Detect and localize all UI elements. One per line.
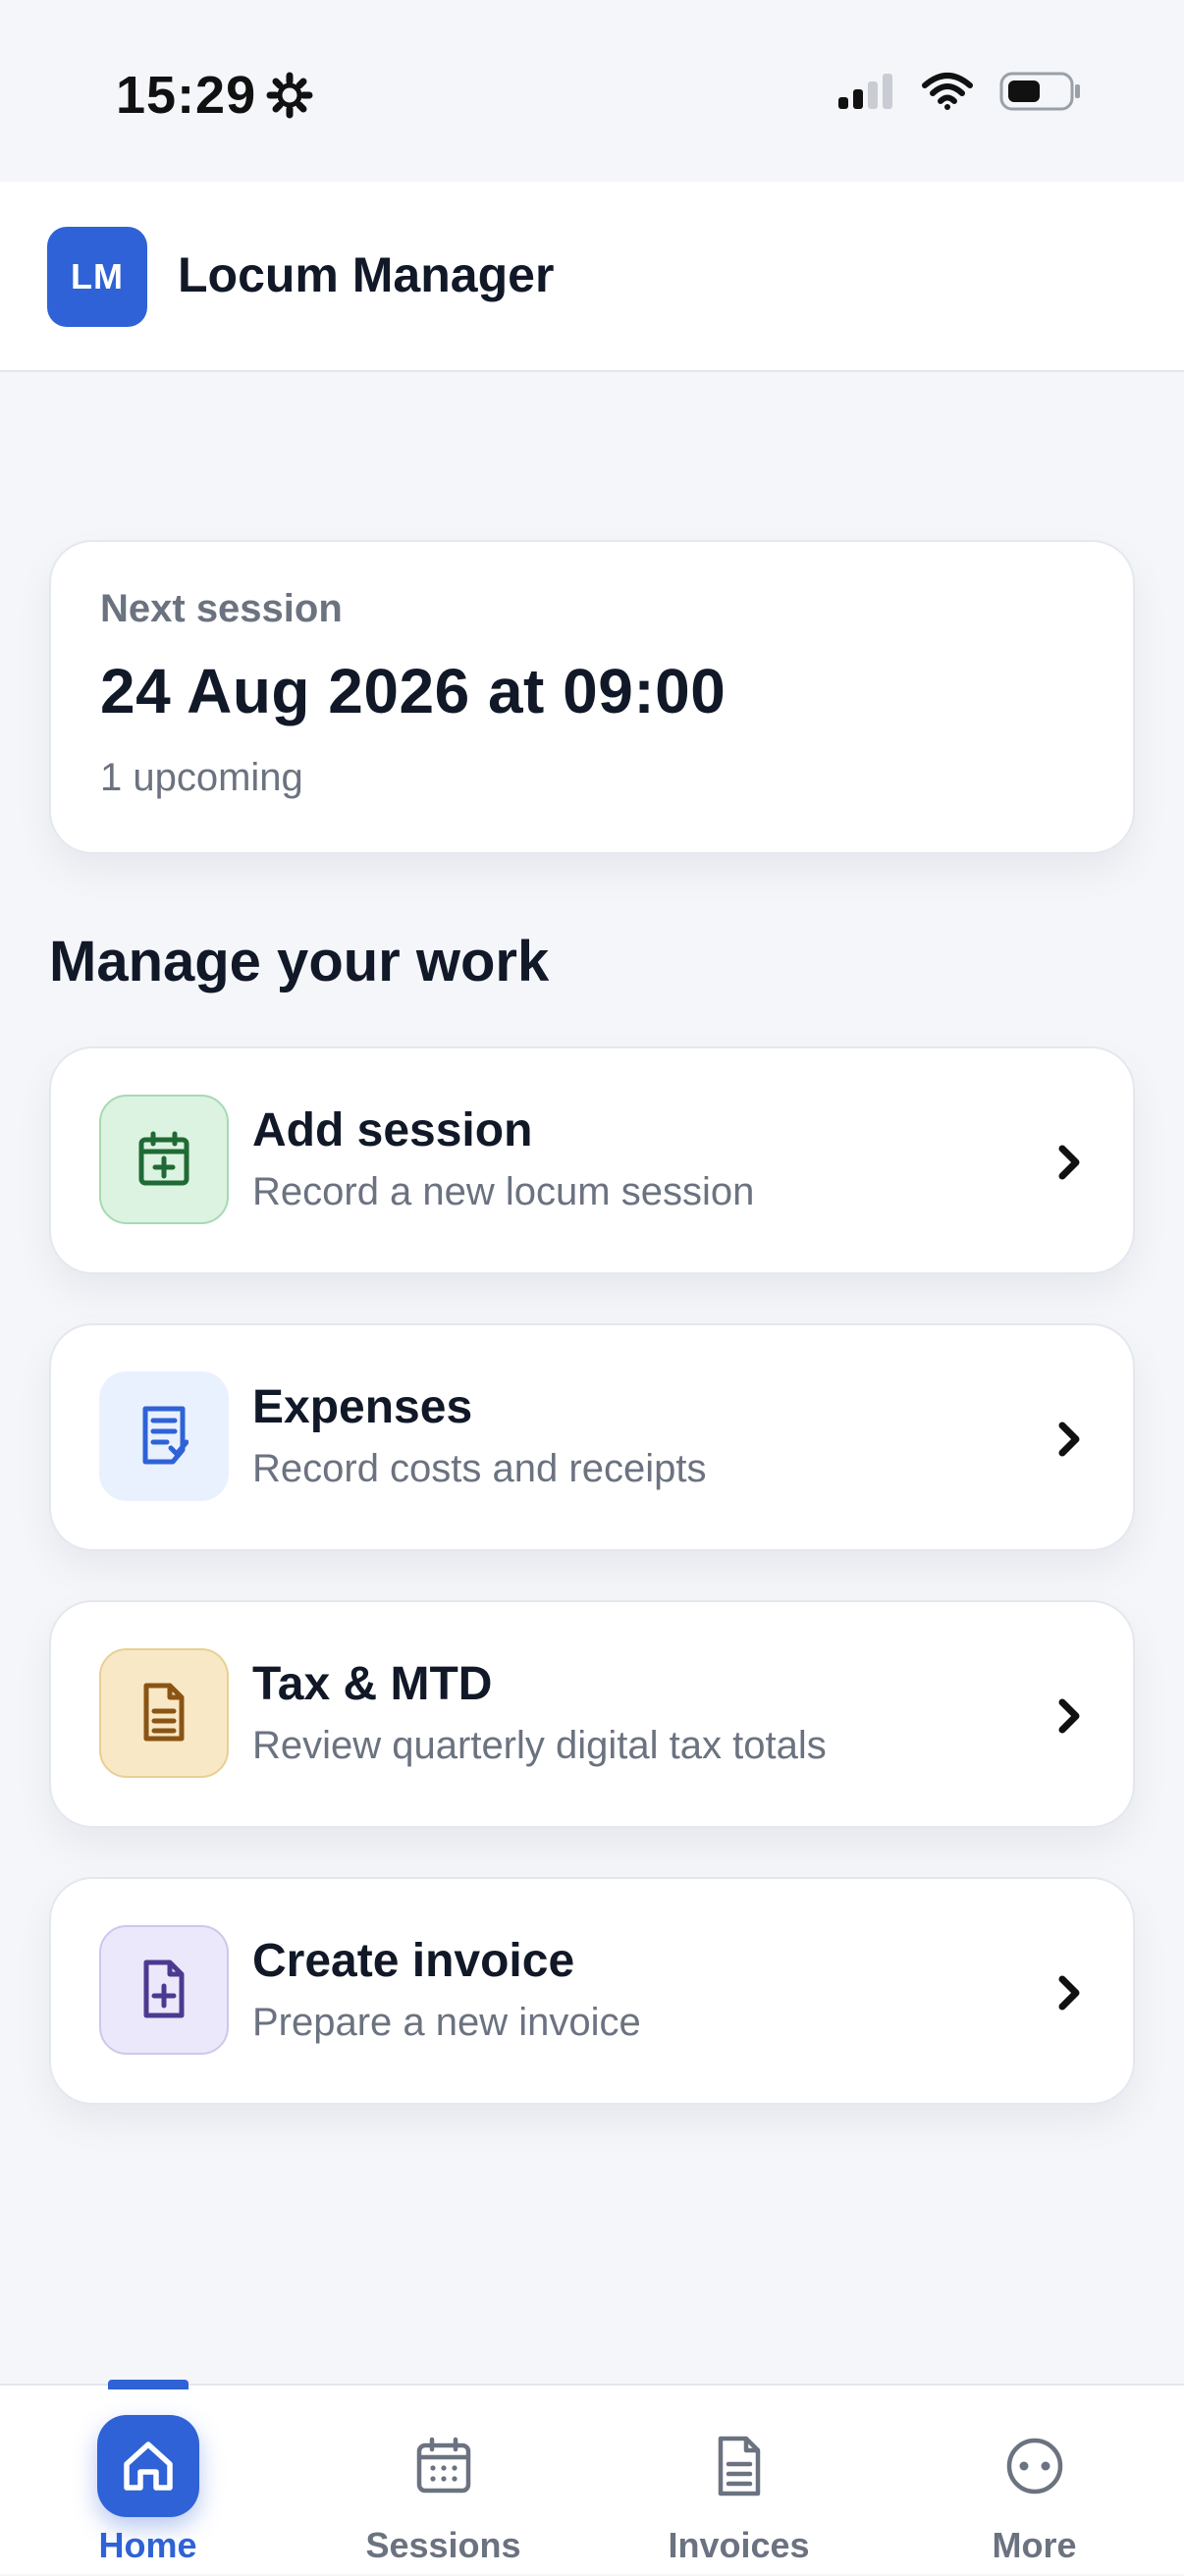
signal-icon [838, 74, 892, 109]
create-invoice-title: Create invoice [252, 1935, 575, 1987]
add-session-card[interactable]: Add session Record a new locum session [49, 1046, 1135, 1274]
app-header: LM Locum Manager [0, 182, 1184, 372]
expenses-title: Expenses [252, 1381, 473, 1433]
chevron-right-icon [1058, 1145, 1080, 1180]
document-icon [99, 1648, 229, 1778]
wifi-icon [922, 73, 973, 110]
calendar-icon [393, 2415, 495, 2517]
gear-icon [266, 72, 313, 119]
tab-invoices[interactable]: Invoices [591, 2386, 887, 2576]
battery-icon [999, 72, 1080, 111]
next-session-datetime: 24 Aug 2026 at 09:00 [100, 656, 727, 726]
section-title: Manage your work [49, 930, 550, 993]
receipt-icon [99, 1371, 229, 1501]
tab-sessions[interactable]: Sessions [296, 2386, 591, 2576]
calendar-plus-icon [99, 1095, 229, 1224]
file-plus-icon [99, 1925, 229, 2055]
next-session-card[interactable]: Next session 24 Aug 2026 at 09:00 1 upco… [49, 540, 1135, 854]
active-tab-indicator [108, 2380, 188, 2389]
app-title: Locum Manager [178, 247, 555, 302]
add-session-subtitle: Record a new locum session [252, 1170, 755, 1213]
more-icon [984, 2415, 1086, 2517]
status-icons [836, 71, 1082, 112]
create-invoice-card[interactable]: Create invoice Prepare a new invoice [49, 1877, 1135, 2105]
next-session-label: Next session [100, 587, 343, 630]
status-time: 15:29 [116, 66, 257, 125]
status-time-group: 15:29 [116, 65, 313, 126]
app-logo: LM [47, 227, 147, 327]
tab-home[interactable]: Home [0, 2380, 296, 2576]
tab-sessions-label: Sessions [365, 2525, 521, 2565]
chevron-right-icon [1058, 1698, 1080, 1734]
create-invoice-subtitle: Prepare a new invoice [252, 2001, 641, 2044]
chevron-right-icon [1058, 1975, 1080, 2011]
tax-mtd-subtitle: Review quarterly digital tax totals [252, 1724, 827, 1767]
expenses-subtitle: Record costs and receipts [252, 1447, 707, 1490]
add-session-title: Add session [252, 1104, 533, 1156]
tab-home-label: Home [98, 2525, 197, 2565]
tab-bar: Home Sessions Invoices More [0, 2380, 1184, 2576]
tab-invoices-label: Invoices [668, 2525, 810, 2565]
invoice-icon [688, 2415, 790, 2517]
tab-more-label: More [992, 2525, 1077, 2565]
expenses-card[interactable]: Expenses Record costs and receipts [49, 1323, 1135, 1551]
status-bar: 15:29 [0, 0, 1184, 182]
chevron-right-icon [1058, 1422, 1080, 1457]
home-icon [96, 2415, 199, 2517]
tax-mtd-card[interactable]: Tax & MTD Review quarterly digital tax t… [49, 1600, 1135, 1828]
tab-more[interactable]: More [887, 2386, 1182, 2576]
tax-mtd-title: Tax & MTD [252, 1658, 493, 1710]
upcoming-count: 1 upcoming [100, 756, 303, 799]
